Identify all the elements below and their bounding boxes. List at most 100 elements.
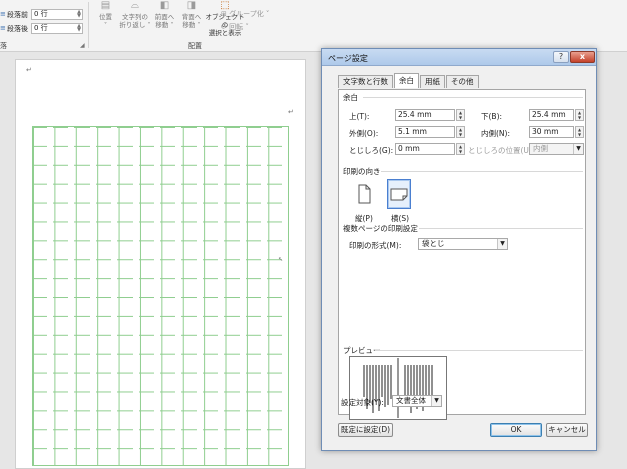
inside-margin-label: 内側(N):: [481, 129, 510, 138]
multiple-pages-section-label: 複数ページの印刷設定: [343, 224, 418, 233]
spacing-after-value: 0 行: [34, 24, 48, 32]
gutter-position-label: とじしろの位置(U):: [468, 146, 535, 155]
tab-characters-lines[interactable]: 文字数と行数: [338, 75, 393, 88]
position-icon: ▤: [100, 0, 111, 11]
inside-margin-spinner[interactable]: ▲ ▼: [575, 126, 584, 138]
landscape-button[interactable]: [387, 179, 411, 209]
bottom-margin-label: 下(B):: [481, 112, 503, 121]
print-format-label: 印刷の形式(M):: [349, 241, 402, 250]
margins-section-label: 余白: [343, 93, 358, 102]
set-as-default-button[interactable]: 既定に設定(D): [338, 423, 393, 437]
selection-pane-button[interactable]: ⬚ オブジェクトの 選択と表示: [205, 0, 245, 40]
grid-gap: [154, 127, 160, 465]
apply-to-select[interactable]: 文書全体 ▼: [392, 395, 442, 407]
gutter-spinner[interactable]: ▲ ▼: [456, 143, 465, 155]
preview-box: [349, 356, 447, 420]
spacing-before-icon: ≡: [0, 10, 6, 18]
send-backward-label-2: 移動 ˅: [182, 21, 201, 29]
close-button[interactable]: x: [570, 51, 595, 63]
outside-margin-label: 外側(O):: [349, 129, 379, 138]
chevron-down-icon: ▼: [573, 144, 583, 154]
chevron-down-icon[interactable]: ▼: [431, 396, 441, 406]
dialog-title: ページ設定: [328, 54, 368, 63]
spacing-after-row: ≡ 段落後 0 行 ▲ ▼: [0, 23, 83, 34]
section-divider: [363, 97, 583, 98]
send-backward-label: 背面へ: [181, 13, 202, 21]
grid-gap: [68, 127, 75, 465]
page-setup-dialog: ページ設定 ? x 文字数と行数 余白 用紙 その他 余白 上(T): 25.4…: [321, 48, 597, 451]
wrap-text-icon: ⌓: [131, 0, 139, 11]
ok-button[interactable]: OK: [490, 423, 542, 437]
booklet-preview-image: [363, 358, 433, 418]
dialog-tabs: 文字数と行数 余白 用紙 その他: [338, 73, 480, 89]
grid-gap: [175, 127, 182, 465]
dialog-title-bar[interactable]: ページ設定 ? x: [322, 49, 596, 66]
chevron-down-icon[interactable]: ▼: [497, 239, 507, 249]
group-button[interactable]: ⊞ グループ化 ˅: [221, 9, 269, 19]
bottom-margin-spinner[interactable]: ▲ ▼: [575, 109, 584, 121]
section-divider: [375, 350, 583, 351]
arrange-group-label: 配置: [188, 42, 202, 50]
bring-forward-button[interactable]: ◧ 前面へ 移動 ˅: [151, 0, 178, 40]
gutter-input[interactable]: 0 mm: [395, 143, 455, 155]
spacing-after-input[interactable]: 0 行 ▲ ▼: [31, 23, 83, 34]
gutter-position-select: 内側 ▼: [529, 143, 584, 155]
document-page[interactable]: ↵ ↵ ↖: [15, 59, 306, 469]
print-format-value: 袋とじ: [422, 239, 445, 248]
bring-forward-label-2: 移動 ˅: [155, 21, 174, 29]
outside-margin-input[interactable]: 5.1 mm: [395, 126, 455, 138]
rotate-icon: ⟳: [221, 23, 227, 31]
manuscript-grid[interactable]: [32, 126, 289, 466]
top-margin-label: 上(T):: [349, 112, 370, 121]
grid-gap: [47, 127, 53, 465]
grid-gap: [111, 127, 118, 465]
spin-arrows-icon[interactable]: ▲ ▼: [77, 10, 81, 19]
send-backward-button[interactable]: ◨ 背面へ 移動 ˅: [178, 0, 205, 40]
wrap-text-label-2: 折り返し ˅: [119, 21, 151, 29]
orientation-section-label: 印刷の向き: [343, 167, 381, 176]
help-button[interactable]: ?: [553, 51, 569, 63]
outside-margin-spinner[interactable]: ▲ ▼: [456, 126, 465, 138]
grid-gap: [89, 127, 96, 465]
top-margin-input[interactable]: 25.4 mm: [395, 109, 455, 121]
grid-gap: [239, 127, 246, 465]
spacing-before-input[interactable]: 0 行 ▲ ▼: [31, 9, 83, 20]
position-button[interactable]: ▤ 位置 ˅: [92, 0, 119, 40]
wrap-text-button[interactable]: ⌓ 文字列の 折り返し ˅: [119, 0, 151, 40]
dialog-launcher-icon[interactable]: ◢: [80, 42, 85, 49]
rotate-label: 回転 ˅: [229, 23, 249, 31]
cancel-button[interactable]: キャンセル: [546, 423, 588, 437]
ribbon-divider: [88, 2, 89, 48]
tab-other[interactable]: その他: [446, 75, 479, 88]
apply-to-value: 文書全体: [396, 396, 426, 405]
apply-to-label: 設定対象(Y):: [341, 398, 384, 407]
paragraph-mark: ↵: [26, 66, 32, 74]
position-label-2: ˅: [103, 21, 108, 29]
bottom-margin-input[interactable]: 25.4 mm: [529, 109, 574, 121]
paragraph-spacing-group: ≡ 段落前 0 行 ▲ ▼ ≡ 段落後 0 行 ▲ ▼ 落 ◢: [0, 0, 88, 52]
spin-arrows-icon[interactable]: ▲ ▼: [77, 24, 81, 33]
inside-margin-input[interactable]: 30 mm: [529, 126, 574, 138]
landscape-page-icon: [390, 188, 408, 201]
send-backward-icon: ◨: [186, 0, 197, 11]
bring-forward-label: 前面へ: [154, 13, 175, 21]
cursor-icon: ↖: [278, 256, 284, 263]
wrap-text-label: 文字列の: [122, 13, 148, 21]
portrait-button[interactable]: [352, 179, 376, 209]
paragraph-group-label: 落: [0, 42, 7, 50]
grid-gap: [282, 127, 289, 465]
position-label: 位置: [99, 13, 112, 21]
rotate-button[interactable]: ⟳ 回転 ˅: [221, 22, 249, 32]
gutter-position-value: 内側: [533, 144, 548, 153]
portrait-page-icon: [358, 184, 371, 204]
print-format-select[interactable]: 袋とじ ▼: [418, 238, 508, 250]
tab-margins[interactable]: 余白: [394, 73, 419, 88]
group-icon: ⊞: [221, 10, 227, 18]
arrange-tools: ▤ 位置 ˅ ⌓ 文字列の 折り返し ˅ ◧ 前面へ 移動 ˅ ◨ 背面へ 移動…: [92, 0, 245, 40]
spacing-before-label: 段落前: [7, 10, 28, 19]
spacing-before-value: 0 行: [34, 10, 48, 18]
grid-gap: [196, 127, 203, 465]
top-margin-spinner[interactable]: ▲ ▼: [456, 109, 465, 121]
bring-forward-icon: ◧: [159, 0, 170, 11]
tab-paper[interactable]: 用紙: [420, 75, 445, 88]
